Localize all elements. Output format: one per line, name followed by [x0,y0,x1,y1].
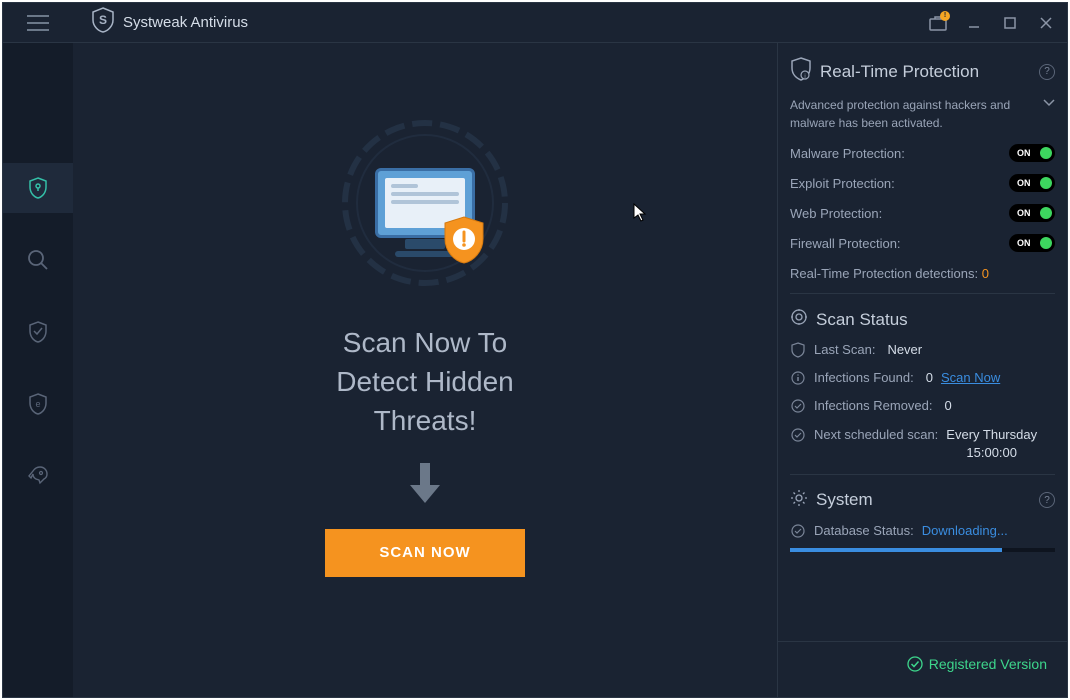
infections-found-value: 0 [926,369,933,387]
headline-line1: Scan Now To [336,323,513,362]
close-button[interactable] [1033,10,1059,36]
system-title: System [816,490,1031,510]
db-status-row: Database Status: Downloading... [790,522,1055,540]
rtp-description: Advanced protection against hackers and … [790,96,1035,132]
malware-label: Malware Protection: [790,146,905,161]
system-help-icon[interactable]: ? [1039,492,1055,508]
app-title: Systweak Antivirus [123,14,248,31]
briefcase-notification-icon[interactable]: ! [925,10,951,36]
toggle-row-malware: Malware Protection: ON [790,144,1055,162]
section-scan-status: Scan Status Last Scan: Never Infections … [790,293,1055,474]
infections-removed-label: Infections Removed: [814,397,933,415]
infections-removed-value: 0 [945,397,952,415]
main-area: Scan Now To Detect Hidden Threats! SCAN … [73,43,1067,697]
rtp-collapse-chevron-icon[interactable] [1043,96,1055,110]
scan-illustration [315,113,535,293]
sidebar-item-shield[interactable] [3,307,73,357]
last-scan-row: Last Scan: Never [790,341,1055,359]
last-scan-label: Last Scan: [814,341,875,359]
web-label: Web Protection: [790,206,882,221]
svg-text:e: e [35,399,40,409]
infections-found-row: Infections Found: 0 Scan Now [790,369,1055,387]
malware-toggle[interactable]: ON [1009,144,1055,162]
exploit-toggle[interactable]: ON [1009,174,1055,192]
sidebar-item-scan[interactable] [3,235,73,285]
app-logo-icon: S [91,7,115,38]
minimize-button[interactable] [961,10,987,36]
next-scan-time: 15:00:00 [946,444,1037,462]
check-circle-icon [790,427,806,443]
window-controls: ! [925,10,1059,36]
hamburger-menu-button[interactable] [3,3,73,43]
main-headline: Scan Now To Detect Hidden Threats! [336,323,513,441]
scan-status-title: Scan Status [816,310,1055,330]
headline-line3: Threats! [336,401,513,440]
rtp-detections-value: 0 [982,266,989,281]
sidebar: e [3,43,73,697]
center-panel: Scan Now To Detect Hidden Threats! SCAN … [73,43,777,697]
toggle-row-exploit: Exploit Protection: ON [790,174,1055,192]
arrow-down-icon [408,461,442,505]
toggle-row-web: Web Protection: ON [790,204,1055,222]
right-panel: i Real-Time Protection ? Advanced protec… [777,43,1067,697]
infections-found-label: Infections Found: [814,369,914,387]
registration-status: Registered Version [907,656,1047,672]
gear-icon [790,489,808,512]
exploit-label: Exploit Protection: [790,176,895,191]
maximize-button[interactable] [997,10,1023,36]
app-window: S Systweak Antivirus ! [2,2,1068,698]
info-icon [790,370,806,386]
last-scan-value: Never [887,341,922,359]
sidebar-item-optimize[interactable] [3,451,73,501]
rtp-detections-label: Real-Time Protection detections: [790,266,978,281]
headline-line2: Detect Hidden [336,362,513,401]
check-circle-icon [907,656,923,672]
svg-text:i: i [804,74,805,80]
toggle-row-firewall: Firewall Protection: ON [790,234,1055,252]
firewall-label: Firewall Protection: [790,236,901,251]
next-scan-value: Every Thursday [946,426,1037,444]
rtp-detections: Real-Time Protection detections: 0 [790,266,1055,281]
firewall-toggle[interactable]: ON [1009,234,1055,252]
app-logo-block: S Systweak Antivirus [91,7,248,38]
app-body: e [3,43,1067,697]
db-status-label: Database Status: [814,522,914,540]
sidebar-item-privacy[interactable]: e [3,379,73,429]
check-circle-icon [790,523,806,539]
infections-removed-row: Infections Removed: 0 [790,397,1055,415]
db-progress-bar [790,548,1055,552]
svg-text:S: S [99,13,107,27]
scan-now-link[interactable]: Scan Now [941,369,1000,387]
footer-text: Registered Version [929,656,1047,672]
web-toggle[interactable]: ON [1009,204,1055,222]
shield-small-icon [790,342,806,358]
section-realtime-protection: i Real-Time Protection ? Advanced protec… [790,43,1055,293]
footer: Registered Version [778,641,1067,685]
warning-shield-icon [441,215,487,265]
scan-status-icon [790,308,808,331]
next-scan-row: Next scheduled scan: Every Thursday 15:0… [790,426,1055,462]
notification-badge: ! [940,11,950,21]
rtp-title: Real-Time Protection [820,62,1031,82]
rtp-help-icon[interactable]: ? [1039,64,1055,80]
sidebar-item-protection[interactable] [3,163,73,213]
titlebar: S Systweak Antivirus ! [3,3,1067,43]
rtp-shield-icon: i [790,57,812,86]
check-circle-icon [790,398,806,414]
next-scan-label: Next scheduled scan: [814,426,938,444]
scan-now-button[interactable]: SCAN NOW [325,529,525,577]
section-system: System ? Database Status: Downloading...… [790,474,1055,697]
db-status-value[interactable]: Downloading... [922,522,1008,540]
